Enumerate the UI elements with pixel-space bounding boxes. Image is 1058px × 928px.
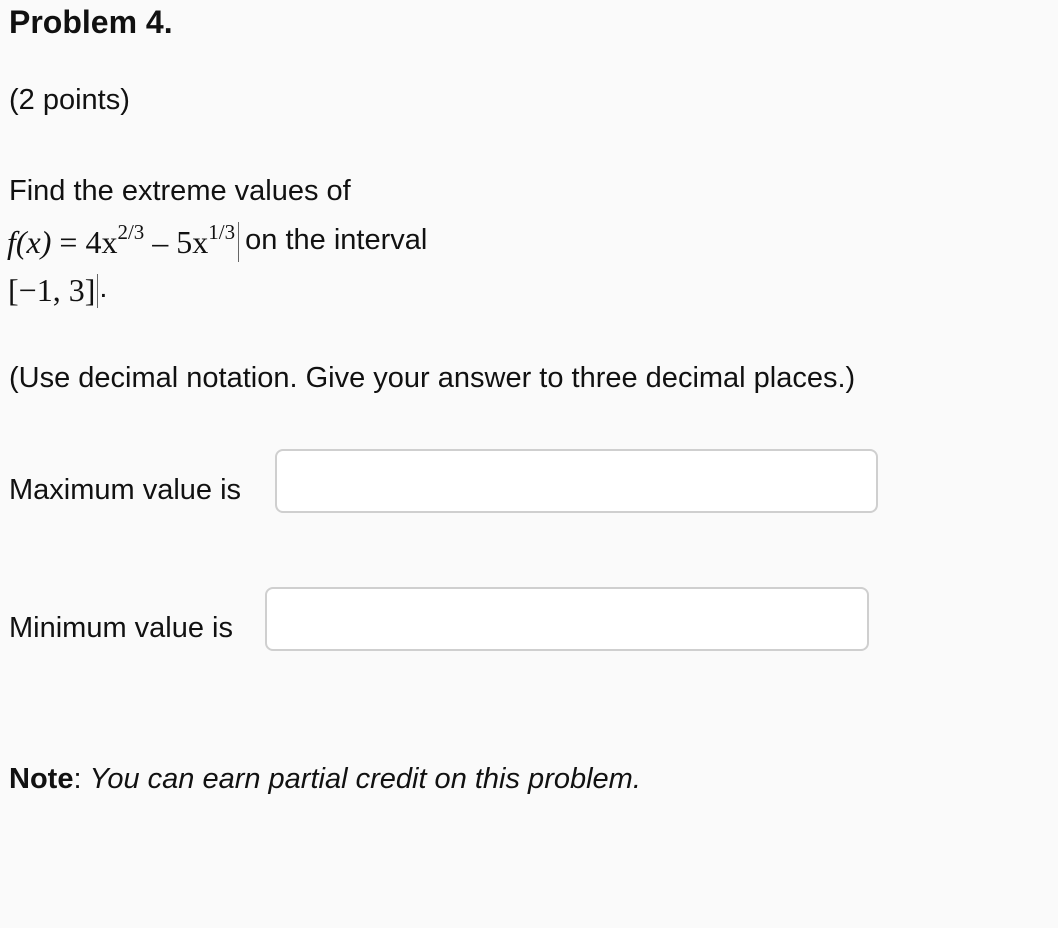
- interval-expression: [−1, 3]: [8, 272, 96, 308]
- term2-exponent: 1/3: [208, 220, 236, 244]
- interval-period: .: [99, 272, 108, 304]
- note: Note: You can earn partial credit on thi…: [9, 763, 641, 796]
- text-cursor: [238, 222, 240, 262]
- problem-points: (2 points): [9, 84, 130, 116]
- term2-base: 5x: [176, 224, 209, 260]
- problem-title: Problem 4.: [9, 4, 173, 40]
- term1-exponent: 2/3: [117, 220, 145, 244]
- function-line: f(x) = 4x2/3–5x1/3 on the interval: [7, 218, 427, 262]
- instructions: (Use decimal notation. Give your answer …: [9, 362, 856, 394]
- term1-base: 4x: [85, 224, 118, 260]
- note-label: Note: [9, 763, 74, 795]
- function-name: f(x): [7, 224, 52, 260]
- interval-text: on the interval: [245, 224, 428, 256]
- interval-line: [−1, 3].: [8, 266, 107, 310]
- min-value-label: Minimum value is: [9, 612, 233, 644]
- equals-sign: =: [59, 224, 78, 260]
- max-value-input[interactable]: [275, 449, 878, 513]
- problem-prompt: Find the extreme values of: [9, 175, 351, 207]
- max-value-label: Maximum value is: [9, 474, 242, 506]
- note-colon: :: [73, 763, 82, 795]
- note-text: You can earn partial credit on this prob…: [89, 763, 641, 795]
- minus-sign: –: [152, 224, 169, 260]
- min-value-input[interactable]: [265, 587, 869, 651]
- function-expression: f(x) = 4x2/3–5x1/3: [7, 222, 235, 262]
- text-cursor-small: [97, 274, 99, 308]
